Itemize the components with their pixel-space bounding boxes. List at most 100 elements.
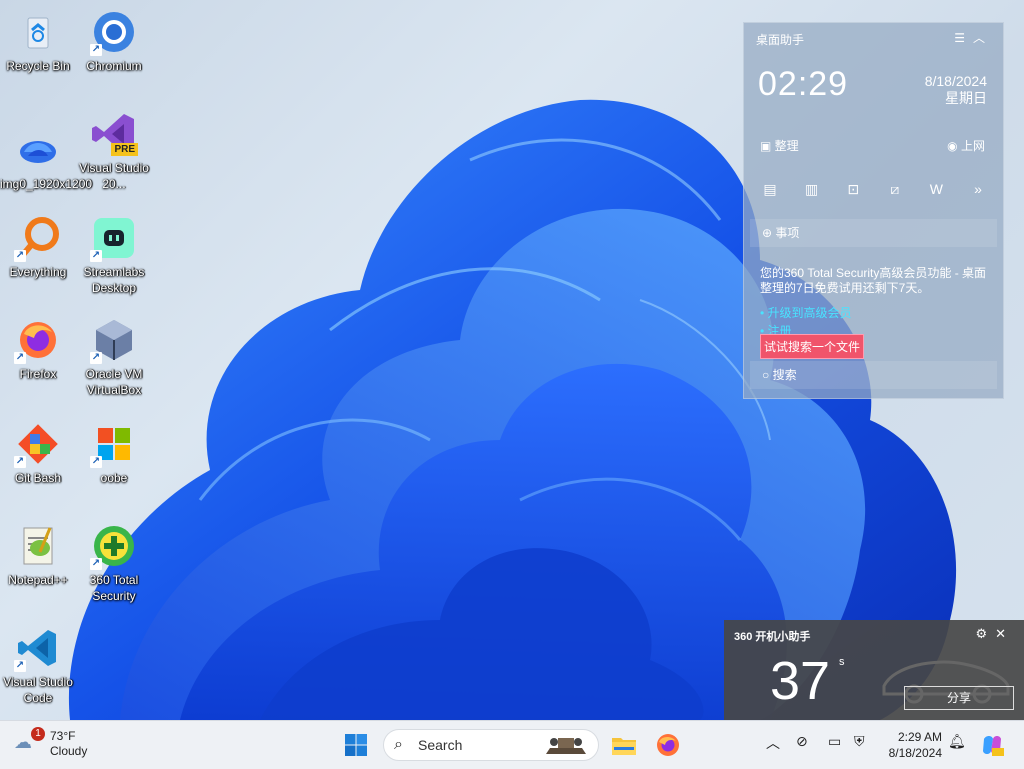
desktop-icon-360-total-security[interactable]: ↗ 360 Total Security (76, 522, 152, 604)
security-icon[interactable]: ⛨ (854, 733, 865, 750)
icon-label: Recycle Bin (6, 59, 70, 73)
icon-label: Chromium (86, 59, 142, 73)
icon-label: Visual Studio 20... (79, 161, 149, 191)
chevron-up-icon[interactable]: ︿ (766, 733, 780, 753)
todo-label: 事项 (775, 226, 800, 240)
desktop-icon-virtualbox[interactable]: ↗ Oracle VM VirtualBox (76, 316, 152, 398)
copilot-icon (983, 736, 1004, 756)
organize-button[interactable]: ▣ 整理 (760, 137, 799, 154)
pre-badge: PRE (111, 143, 138, 156)
shortcut-arrow-icon: ↗ (90, 352, 102, 364)
monitor-icon[interactable]: ▭ (828, 733, 841, 750)
close-icon[interactable]: ✕ (995, 626, 1014, 641)
taskbar-time: 2:29 AM (897, 730, 942, 744)
icon-label: oobe (100, 471, 128, 485)
share-button[interactable]: 分享 (904, 686, 1014, 710)
desktop-icon-img0[interactable]: img0_1920x1200 (0, 126, 93, 192)
search-icon: ○ (762, 368, 773, 382)
helper-search-bar[interactable]: ○ 搜索 (750, 361, 997, 389)
online-button[interactable]: ◉ 上网 (947, 137, 985, 154)
helper-date-block: 8/18/2024 星期日 (925, 73, 987, 107)
icon-label: Everything (9, 265, 67, 279)
firefox-icon: ↗ (14, 316, 62, 364)
document-icon[interactable]: ▥ (800, 181, 824, 198)
windows-start-icon (345, 734, 367, 756)
everything-search-icon: ↗ (14, 214, 62, 262)
taskbar-search[interactable]: ⌕ Search (383, 729, 599, 761)
virtualbox-icon: ↗ (90, 316, 138, 364)
collapse-icon[interactable]: ︿ (973, 31, 993, 45)
wps-icon[interactable]: W (924, 181, 948, 198)
todo-bar[interactable]: ⊕ 事项 (750, 219, 997, 247)
desktop-icon-firefox[interactable]: ↗ Firefox (0, 316, 76, 382)
icon-label: Notepad++ (8, 573, 68, 587)
recycle-bin-icon (14, 8, 62, 56)
desktop-icon-notepadpp[interactable]: Notepad++ (0, 522, 76, 588)
gear-icon[interactable]: ⚙ (975, 626, 995, 641)
windows-logo-icon: ↗ (90, 420, 138, 468)
shortcut-arrow-icon: ↗ (90, 558, 102, 570)
desktop-icon-streamlabs[interactable]: ↗ Streamlabs Desktop (76, 214, 152, 296)
more-icon[interactable]: » (966, 181, 990, 198)
upgrade-link[interactable]: • 升级到高级会员 (760, 304, 852, 322)
cloud-icon: ☁ (14, 732, 32, 752)
firefox-taskbar-button[interactable] (652, 729, 684, 761)
icon-label: img0_1920x1200 (0, 177, 93, 191)
image-file-icon (14, 126, 62, 174)
search-tip: 试试搜索一个文件 (760, 334, 865, 359)
notepadpp-icon (14, 522, 62, 570)
organize-label: 整理 (774, 139, 799, 153)
helper-search-label: 搜索 (772, 368, 797, 382)
icon-label: Streamlabs Desktop (83, 265, 145, 295)
weather-widget[interactable]: ☁ 1 73°F Cloudy (14, 727, 87, 759)
chromium-icon: ↗ (90, 8, 138, 56)
shortcut-arrow-icon: ↗ (90, 456, 102, 468)
weather-temp: 73°F (50, 729, 76, 743)
desktop-icon-vscode[interactable]: ↗ Visual Studio Code (0, 624, 76, 706)
add-circle-icon: ⊕ (762, 226, 776, 240)
organize-icon: ▣ (760, 139, 775, 153)
helper-toolbar: ▤ ▥ ⊡ ⧄ W » (758, 181, 990, 198)
search-highlight-icon (546, 738, 586, 754)
file-explorer-button[interactable] (608, 729, 640, 761)
printer-icon[interactable]: ▤ (758, 181, 782, 198)
notification-badge: 1 (31, 727, 45, 741)
globe-icon: ◉ (947, 139, 961, 153)
copilot-button[interactable] (976, 729, 1008, 761)
search-placeholder: Search (418, 737, 463, 753)
desktop-helper-panel: 桌面助手 ☰︿ 02:29 8/18/2024 星期日 ▣ 整理 ◉ 上网 ▤ … (743, 22, 1004, 399)
icon-label: Firefox (19, 367, 57, 381)
promo-text: 您的360 Total Security高级会员功能 - 桌面整理的7日免费试用… (760, 266, 987, 295)
boot-seconds-unit: s (839, 656, 845, 668)
bell-icon[interactable]: 🔔︎ (948, 733, 966, 750)
desktop-icon-oobe[interactable]: ↗ oobe (76, 420, 152, 486)
shortcut-arrow-icon: ↗ (14, 250, 26, 262)
desktop-icon-chromium[interactable]: ↗ Chromium (76, 8, 152, 74)
folder-icon (612, 738, 636, 755)
taskbar-clock[interactable]: 2:29 AM 8/18/2024 (880, 729, 942, 761)
boot-helper-controls: ⚙✕ (975, 626, 1014, 642)
icon-label: 360 Total Security (89, 573, 139, 603)
search-icon: ⌕ (394, 736, 403, 753)
taskbar: ☁ 1 73°F Cloudy ⌕ Search ︿ ⊘ ▭ ⛨ 2:29 AM… (0, 720, 1024, 769)
network-off-icon[interactable]: ⊘ (796, 733, 808, 750)
start-button[interactable] (340, 729, 372, 761)
helper-clock: 02:29 (758, 65, 849, 103)
shortcut-arrow-icon: ↗ (90, 44, 102, 56)
desktop-icon-everything[interactable]: ↗ Everything (0, 214, 76, 280)
icon-label: Git Bash (14, 471, 62, 485)
firefox-icon (657, 734, 679, 756)
streamlabs-icon: ↗ (90, 214, 138, 262)
desktop-icon-visual-studio[interactable]: PRE Visual Studio 20... (76, 110, 152, 192)
visual-studio-icon: PRE (90, 110, 138, 158)
git-bash-icon: ↗ (14, 420, 62, 468)
desktop-icon-git-bash[interactable]: ↗ Git Bash (0, 420, 76, 486)
slash-icon[interactable]: ⧄ (883, 181, 907, 198)
icon-label: Oracle VM VirtualBox (85, 367, 143, 397)
crop-icon[interactable]: ⊡ (841, 181, 865, 198)
shortcut-arrow-icon: ↗ (90, 250, 102, 262)
vscode-icon: ↗ (14, 624, 62, 672)
shortcut-arrow-icon: ↗ (14, 352, 26, 364)
menu-icon[interactable]: ☰ (954, 31, 973, 45)
desktop-icon-recycle-bin[interactable]: Recycle Bin (0, 8, 76, 74)
